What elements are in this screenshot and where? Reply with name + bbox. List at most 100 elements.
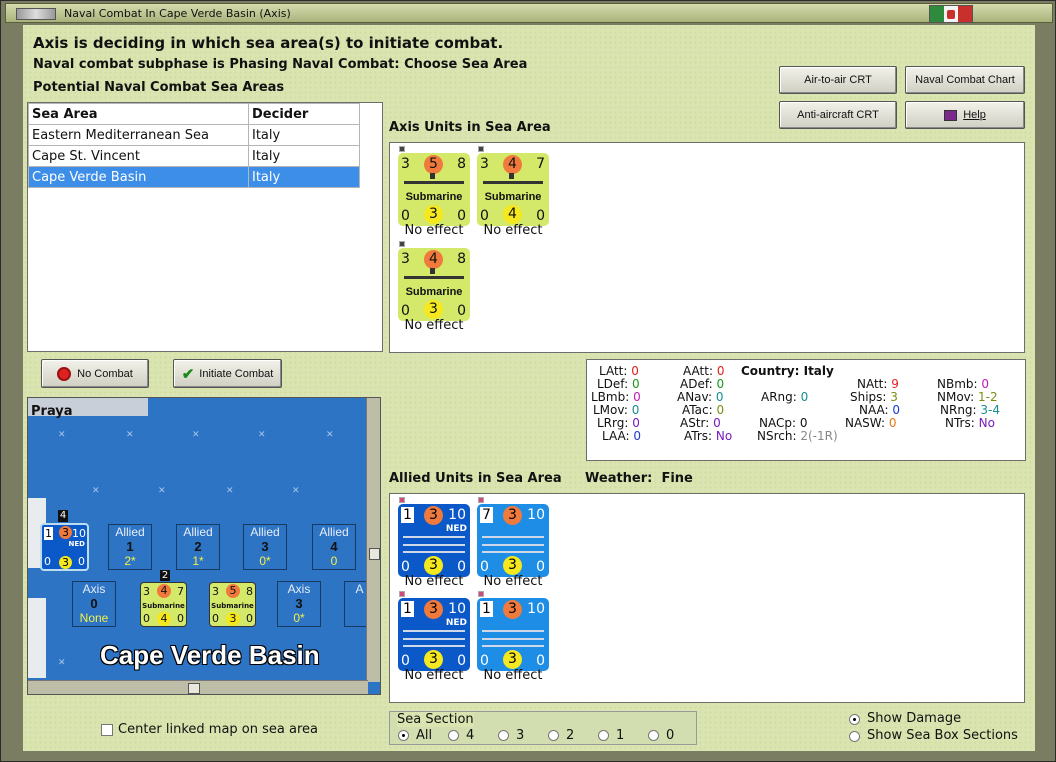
sea-box-axis-3[interactable]: Axis 3 0* — [277, 581, 321, 627]
map-vertical-scrollbar[interactable] — [366, 398, 380, 682]
submarine-icon — [404, 173, 464, 184]
show-sections-radio[interactable] — [849, 731, 860, 742]
no-entry-icon — [57, 366, 72, 381]
sea-box-allied-3[interactable]: Allied 3 0* — [243, 524, 287, 570]
help-label: Help — [963, 109, 986, 121]
center-linked-label: Center linked map on sea area — [118, 722, 318, 737]
vertical-scroll-thumb[interactable] — [369, 548, 380, 560]
air-to-air-crt-button[interactable]: Air-to-air CRT — [779, 66, 897, 94]
initiate-combat-label: Initiate Combat — [199, 367, 274, 380]
stat-arng: ARng: 0 — [761, 390, 809, 404]
sea-box-allied-4[interactable]: Allied 4 0 — [312, 524, 356, 570]
axis-unit-counter[interactable]: 347 Submarine 040 — [477, 146, 549, 226]
sea-section-radio-all[interactable] — [398, 730, 409, 741]
sea-section-radio-2[interactable] — [548, 730, 559, 741]
map-allied-stack[interactable]: 1 3 10 NED 0 3 0 — [40, 523, 89, 571]
stat-anav: ANav: 0 — [677, 390, 724, 404]
sea-section-radio-3[interactable] — [498, 730, 509, 741]
map-horizontal-scrollbar[interactable] — [28, 680, 368, 694]
stack-count: 4 — [58, 510, 68, 522]
subphase-text: Naval combat subphase is Phasing Naval C… — [33, 57, 528, 72]
sea-section-radio-4[interactable] — [448, 730, 459, 741]
sea-area-list[interactable]: Sea Area Decider Eastern Mediterranean S… — [27, 102, 383, 352]
allied-unit-counter[interactable]: 1 3 10 NED 030 — [398, 591, 470, 671]
column-decider[interactable]: Decider — [248, 103, 360, 125]
stat-nrng: NRng: 3-4 — [940, 403, 1001, 417]
stat-ships: Ships: 3 — [850, 390, 898, 404]
unit-effect: No effect — [483, 223, 543, 238]
land-coast — [28, 598, 46, 678]
sea-section-option: 3 — [516, 728, 525, 743]
horizontal-scroll-thumb[interactable] — [188, 683, 200, 694]
decider-cell: Italy — [248, 145, 360, 167]
axis-units-panel: 358 Submarine 030 No effect 347 Submarin… — [389, 142, 1025, 353]
sea-area-cell: Cape Verde Basin — [28, 166, 249, 188]
submarine-icon — [404, 268, 464, 279]
stat-astr: AStr: 0 — [680, 416, 721, 430]
axis-unit-counter[interactable]: 348 Submarine 030 — [398, 241, 470, 321]
stat-lrrg: LRrg: 0 — [597, 416, 640, 430]
no-combat-button[interactable]: No Combat — [41, 359, 149, 388]
sea-section-group: Sea Section All 4 3 2 1 0 — [389, 711, 697, 745]
status-headline: Axis is deciding in which sea area(s) to… — [33, 34, 504, 52]
sea-box-axis-0[interactable]: Axis 0 None — [72, 581, 116, 627]
country-label: Country: Italy — [741, 364, 834, 378]
table-row-selected[interactable]: Cape Verde Basin Italy — [28, 166, 360, 188]
sea-box-allied-2[interactable]: Allied 2 1* — [176, 524, 220, 570]
allied-unit-counter[interactable]: 7 3 10 030 — [477, 497, 549, 577]
title-bar[interactable]: Naval Combat In Cape Verde Basin (Axis) — [5, 3, 1053, 23]
help-button[interactable]: Help — [905, 101, 1025, 129]
unit-effect: No effect — [483, 668, 543, 683]
allied-units-panel: 1 3 10 NED 030 No effect 7 3 10 030 No effec… — [389, 493, 1025, 703]
sea-areas-heading: Potential Naval Combat Sea Areas — [33, 80, 285, 95]
stat-latt: LAtt: 0 — [599, 364, 639, 378]
allied-unit-counter[interactable]: 1 3 10 030 — [477, 591, 549, 671]
axis-unit-counter[interactable]: 358 Submarine 030 — [398, 146, 470, 226]
show-damage-radio[interactable] — [849, 714, 860, 725]
no-combat-label: No Combat — [77, 367, 133, 380]
sea-section-option: 0 — [666, 728, 675, 743]
sea-box-allied-1[interactable]: Allied 1 2* — [108, 524, 152, 570]
unit-effect: No effect — [404, 223, 464, 238]
map-axis-sub-counter[interactable]: 3 5 8 Submarine 0 3 0 — [209, 582, 256, 627]
linked-map[interactable]: Praya ✕ ✕ ✕ ✕ ✕ ✕ ✕ ✕ ✕ ✕ 1 3 10 NED 0 3 0 4 Al… — [27, 397, 381, 695]
column-sea-area[interactable]: Sea Area — [28, 103, 249, 125]
decider-cell: Italy — [248, 166, 360, 188]
sea-area-name-label: Cape Verde Basin — [100, 640, 320, 670]
window-frame: Naval Combat In Cape Verde Basin (Axis) … — [0, 0, 1056, 762]
weather-value: Fine — [661, 471, 693, 486]
axis-units-heading: Axis Units in Sea Area — [389, 120, 551, 135]
stat-adef: ADef: 0 — [680, 377, 725, 391]
weather-label: Weather: Fine — [585, 471, 693, 486]
sea-section-option: All — [416, 728, 433, 743]
sea-section-radio-0[interactable] — [648, 730, 659, 741]
sea-area-cell: Eastern Mediterranean Sea — [28, 124, 249, 146]
stat-nmov: NMov: 1-2 — [937, 390, 998, 404]
table-row[interactable]: Cape St. Vincent Italy — [28, 145, 360, 167]
allied-units-heading: Allied Units in Sea Area — [389, 471, 562, 486]
stat-nsrch: NSrch: 2(-1R) — [757, 429, 838, 443]
sea-section-option: 4 — [466, 728, 475, 743]
map-location-label: Praya — [31, 404, 73, 419]
table-row[interactable]: Eastern Mediterranean Sea Italy — [28, 124, 360, 146]
sea-section-label: Sea Section — [397, 712, 474, 727]
allied-unit-counter[interactable]: 1 3 10 NED 030 — [398, 497, 470, 577]
naval-combat-chart-button[interactable]: Naval Combat Chart — [905, 66, 1025, 94]
stat-ntrs: NTrs: No — [945, 416, 995, 430]
window-menu-icon[interactable] — [16, 8, 56, 20]
unit-effect: No effect — [404, 574, 464, 589]
anti-aircraft-crt-button[interactable]: Anti-aircraft CRT — [779, 101, 897, 129]
initiate-combat-button[interactable]: ✔ Initiate Combat — [173, 359, 282, 388]
stat-nacp: NACp: 0 — [759, 416, 808, 430]
sea-area-cell: Cape St. Vincent — [28, 145, 249, 167]
stat-lbmb: LBmb: 0 — [591, 390, 641, 404]
show-damage-label: Show Damage — [867, 711, 962, 726]
unit-effect: No effect — [483, 574, 543, 589]
center-linked-checkbox[interactable] — [101, 724, 113, 736]
stat-aatt: AAtt: 0 — [683, 364, 725, 378]
stat-nbmb: NBmb: 0 — [937, 377, 990, 391]
stat-lmov: LMov: 0 — [593, 403, 640, 417]
map-axis-sub-stack[interactable]: 3 4 7 Submarine 0 4 0 — [140, 582, 187, 627]
sea-section-radio-1[interactable] — [598, 730, 609, 741]
stat-atac: ATac: 0 — [682, 403, 725, 417]
